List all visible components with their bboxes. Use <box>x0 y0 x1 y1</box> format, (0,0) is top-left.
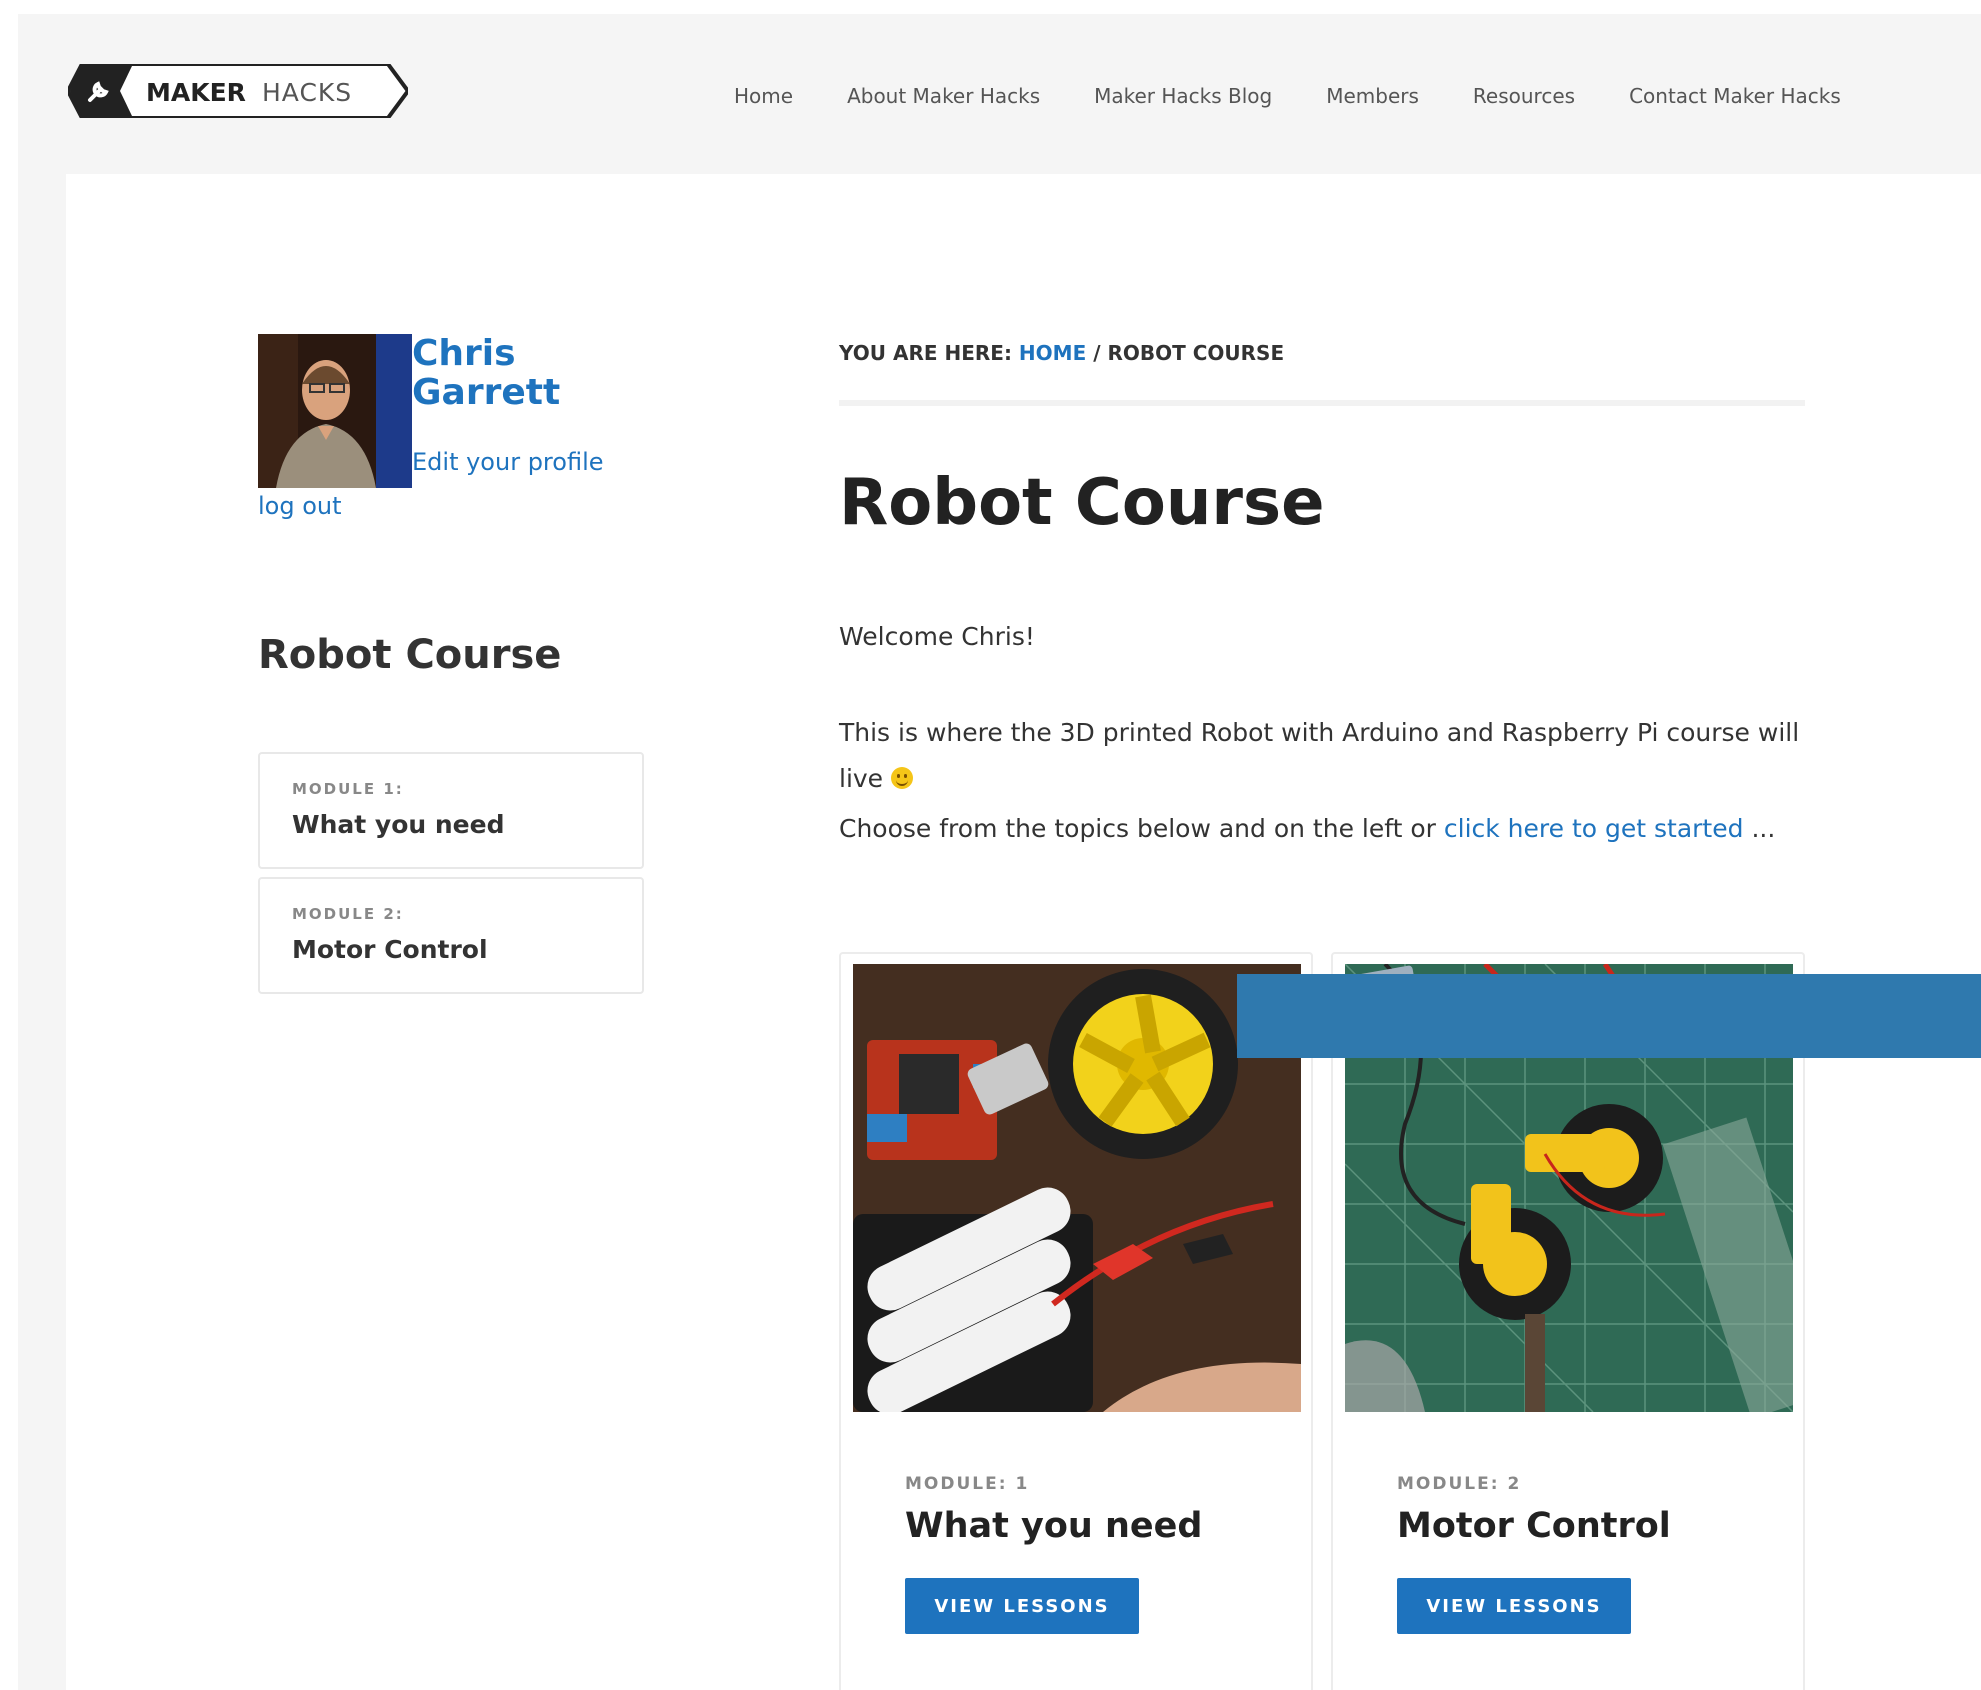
nav-blog[interactable]: Maker Hacks Blog <box>1094 84 1272 124</box>
card-module-title: What you need <box>905 1506 1203 1546</box>
breadcrumb-home-link[interactable]: HOME <box>1019 341 1086 365</box>
module-card-2: MODULE: 2 Motor Control VIEW LESSONS <box>1331 952 1805 1690</box>
svg-text:HACKS: HACKS <box>262 78 352 107</box>
sidebar-module-label: MODULE 2: <box>292 905 404 923</box>
card-module-label: MODULE: 2 <box>1397 1474 1522 1494</box>
card-module-title: Motor Control <box>1397 1506 1671 1546</box>
sidebar-module-title: What you need <box>292 810 505 839</box>
nav-about[interactable]: About Maker Hacks <box>847 84 1040 124</box>
breadcrumb: YOU ARE HERE: HOME / ROBOT COURSE <box>839 341 1284 365</box>
module-card-1: MODULE: 1 What you need VIEW LESSONS <box>839 952 1313 1690</box>
site-header: MAKER HACKS Home About Maker Hacks Maker… <box>18 14 1981 174</box>
avatar[interactable] <box>258 334 412 488</box>
nav-members[interactable]: Members <box>1326 84 1419 124</box>
intro-text: This is where the 3D printed Robot with … <box>839 710 1805 802</box>
welcome-text: Welcome Chris! <box>839 622 1035 651</box>
module-1-photo <box>853 964 1301 1412</box>
breadcrumb-prefix: YOU ARE HERE: <box>839 341 1012 365</box>
choose-text: Choose from the topics below and on the … <box>839 806 1805 852</box>
sidebar-title: Robot Course <box>258 632 562 678</box>
edit-profile-link[interactable]: Edit your profile <box>412 448 604 476</box>
overlay-banner <box>1237 974 1981 1058</box>
page-title: Robot Course <box>839 466 1325 540</box>
content-area: Chris Garrett Edit your profile log out … <box>66 174 1981 1690</box>
sidebar-module-label: MODULE 1: <box>292 780 404 798</box>
svg-text:MAKER: MAKER <box>146 78 246 107</box>
logout-link[interactable]: log out <box>258 492 342 520</box>
nav-contact[interactable]: Contact Maker Hacks <box>1629 84 1841 124</box>
site-logo[interactable]: MAKER HACKS <box>68 64 408 118</box>
sidebar-module-1[interactable]: MODULE 1: What you need <box>258 752 644 869</box>
nav-resources[interactable]: Resources <box>1473 84 1575 124</box>
sidebar-module-2[interactable]: MODULE 2: Motor Control <box>258 877 644 994</box>
view-lessons-button[interactable]: VIEW LESSONS <box>1397 1578 1631 1634</box>
choose-text-body: Choose from the topics below and on the … <box>839 814 1436 843</box>
avatar-photo <box>258 334 412 488</box>
breadcrumb-current: ROBOT COURSE <box>1107 341 1285 365</box>
main-nav: Home About Maker Hacks Maker Hacks Blog … <box>734 84 1895 124</box>
logo-badge: MAKER HACKS <box>68 64 408 118</box>
card-module-label: MODULE: 1 <box>905 1474 1030 1494</box>
nav-home[interactable]: Home <box>734 84 793 124</box>
get-started-link[interactable]: click here to get started <box>1444 814 1744 843</box>
intro-text-body: This is where the 3D printed Robot with … <box>839 718 1800 793</box>
choose-suffix: ... <box>1751 814 1776 843</box>
breadcrumb-divider <box>839 400 1805 406</box>
sidebar-module-title: Motor Control <box>292 935 488 964</box>
breadcrumb-separator: / <box>1093 341 1101 365</box>
profile-name-link[interactable]: Chris Garrett <box>412 334 612 412</box>
view-lessons-button[interactable]: VIEW LESSONS <box>905 1578 1139 1634</box>
smiley-icon <box>891 767 914 789</box>
page-frame: MAKER HACKS Home About Maker Hacks Maker… <box>18 14 1981 1690</box>
module-1-image[interactable] <box>853 964 1301 1412</box>
